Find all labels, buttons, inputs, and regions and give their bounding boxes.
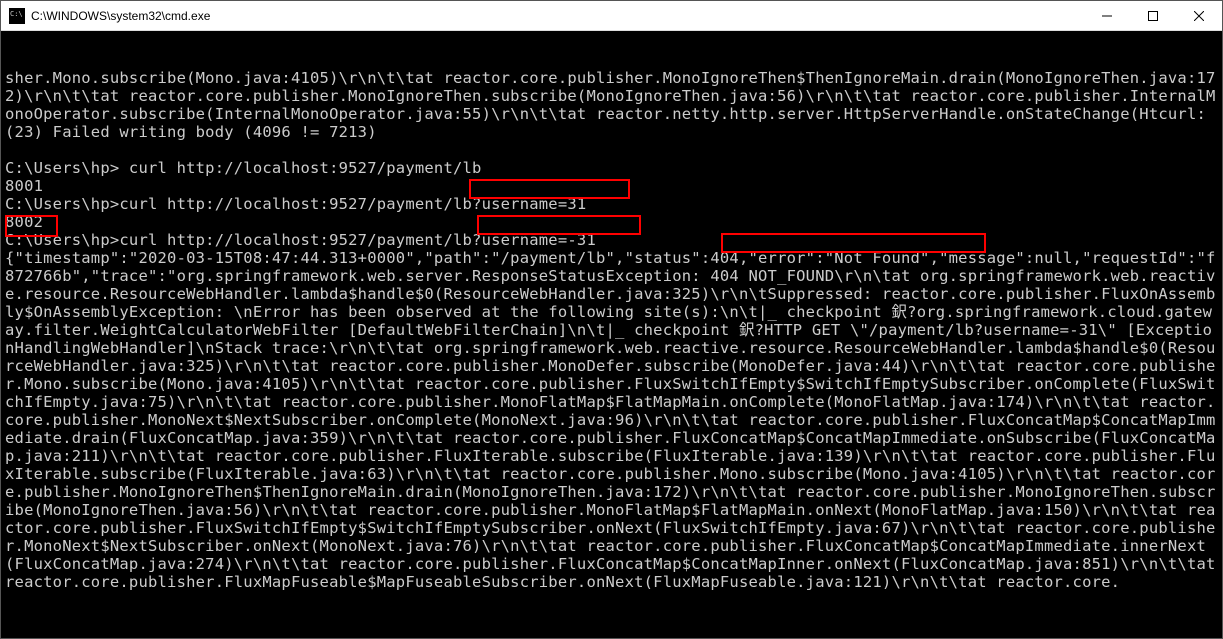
cmd-icon [9,8,25,24]
titlebar[interactable]: C:\WINDOWS\system32\cmd.exe [1,1,1222,31]
close-button[interactable] [1176,1,1222,30]
minimize-button[interactable] [1084,1,1130,30]
cmd-window: C:\WINDOWS\system32\cmd.exe sher.Mono.su… [0,0,1223,639]
terminal-area[interactable]: sher.Mono.subscribe(Mono.java:4105)\r\n\… [1,31,1222,638]
maximize-button[interactable] [1130,1,1176,30]
window-controls [1084,1,1222,30]
window-title: C:\WINDOWS\system32\cmd.exe [31,9,1084,23]
terminal-output: sher.Mono.subscribe(Mono.java:4105)\r\n\… [5,69,1218,591]
